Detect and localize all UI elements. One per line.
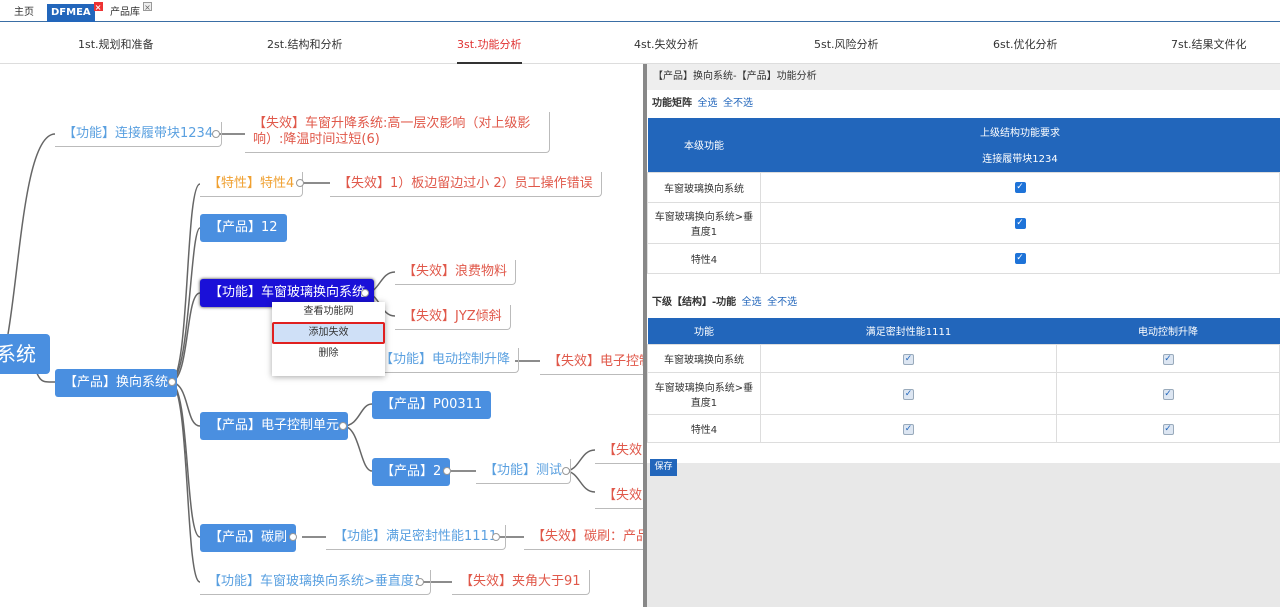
node-product-ecu[interactable]: 【产品】电子控制单元 — [200, 412, 349, 440]
collapse-toggle[interactable] — [296, 179, 304, 187]
step-3[interactable]: 3st.功能分析 — [457, 36, 522, 64]
menu-item-delete[interactable]: 删除 — [272, 344, 385, 364]
spacer — [647, 273, 1280, 288]
node-failure-angle[interactable]: 【失效】夹角大于91 — [452, 570, 590, 595]
select-none-link[interactable]: 全不选 — [767, 297, 797, 308]
node-failure-window-lift[interactable]: 【失效】车窗升降系统:高一层次影响（对上级影响）:降温时间过短(6) — [245, 112, 550, 153]
root-node[interactable]: 系统 — [0, 334, 50, 374]
collapse-toggle[interactable] — [339, 422, 347, 430]
sub-function-table: 功能 满足密封性能1111 电动控制升降 车窗玻璃换向系统 ✓ ✓ 车窗玻璃换向系统>垂… — [647, 317, 1280, 443]
node-function-sealing[interactable]: 【功能】满足密封性能1111 — [326, 525, 507, 550]
sub-structure-header: 下级【结构】-功能 全选 全不选 — [647, 287, 1280, 318]
row-name: 车窗玻璃换向系统 — [647, 171, 761, 203]
matrix-cell: ✓ — [1056, 344, 1280, 373]
collapse-toggle[interactable] — [289, 533, 297, 541]
matrix-cell: ✓ — [1056, 414, 1280, 443]
spacer — [647, 443, 1280, 463]
node-function-perpendicularity[interactable]: 【功能】车窗玻璃换向系统>垂直度1 — [200, 570, 432, 595]
menu-item-add-failure[interactable]: 添加失效 — [272, 322, 385, 344]
node-product-2[interactable]: 【产品】2 — [372, 458, 451, 486]
matrix-cell: ✓ — [760, 414, 1057, 443]
level-function-header: 本级功能 — [647, 118, 761, 172]
row-name: 车窗玻璃换向系统>垂直度1 — [647, 201, 761, 244]
node-failure-jyz-tilt[interactable]: 【失效】JYZ倾斜 — [395, 305, 511, 330]
tab-product-library-label: 产品库 — [110, 7, 140, 18]
matrix-cell: ✓ — [760, 344, 1057, 373]
tab-product-library[interactable]: 产品库 × — [106, 2, 152, 22]
step-6[interactable]: 6st.优化分析 — [993, 36, 1058, 52]
col-a-header: 满足密封性能1111 — [760, 317, 1057, 345]
checkbox[interactable]: ✓ — [903, 388, 914, 400]
node-product-p00311[interactable]: 【产品】P00311 — [372, 391, 492, 419]
node-failure-carbon-brush[interactable]: 【失效】碳刷：产品 — [524, 525, 643, 550]
checkbox[interactable]: ✓ — [1162, 388, 1174, 400]
step-2[interactable]: 2st.结构和分析 — [267, 36, 343, 52]
upper-function-name: 连接履带块1234 — [760, 144, 1280, 172]
tab-home[interactable]: 主页 — [10, 4, 38, 22]
matrix-cell: ✓ — [760, 372, 1057, 415]
row-name: 特性4 — [647, 414, 761, 443]
matrix-cell: ✓ — [760, 242, 1280, 274]
node-characteristic-4[interactable]: 【特性】特性4 — [200, 172, 304, 197]
step-4[interactable]: 4st.失效分析 — [634, 36, 699, 52]
collapse-toggle[interactable] — [492, 533, 500, 541]
checkbox[interactable]: ✓ — [903, 423, 914, 435]
row-name: 特性4 — [647, 242, 761, 274]
save-button[interactable]: 保存 — [650, 459, 677, 476]
step-1[interactable]: 1st.规划和准备 — [78, 36, 154, 52]
node-function-electric-lift[interactable]: 【功能】电动控制升降 — [372, 348, 520, 373]
node-product-carbon-brush[interactable]: 【产品】碳刷 — [200, 524, 297, 552]
node-product-reversing-system[interactable]: 【产品】换向系统 — [55, 369, 178, 397]
select-all-link[interactable]: 全选 — [742, 297, 762, 308]
node-product-12[interactable]: 【产品】12 — [200, 214, 287, 242]
tab-dfmea[interactable]: DFMEA × — [47, 2, 103, 22]
row-name: 车窗玻璃换向系统 — [647, 344, 761, 373]
close-icon[interactable]: × — [143, 2, 152, 12]
checkbox[interactable]: ✓ — [1162, 353, 1174, 365]
checkbox[interactable]: ✓ — [903, 353, 914, 365]
step-bar: 1st.规划和准备 2st.结构和分析 3st.功能分析 4st.失效分析 5s… — [0, 22, 1280, 64]
node-function-track-block[interactable]: 【功能】连接履带块1234 — [55, 122, 223, 147]
panel-title: 【产品】换向系统-【产品】功能分析 — [647, 64, 1280, 90]
top-tab-bar: 主页 DFMEA × 产品库 × — [0, 0, 1280, 22]
select-all-link[interactable]: 全选 — [697, 98, 717, 109]
close-icon[interactable]: × — [93, 2, 103, 12]
select-none-link[interactable]: 全不选 — [723, 98, 753, 109]
collapse-toggle[interactable] — [361, 289, 369, 297]
checkbox[interactable]: ✓ — [1014, 182, 1026, 193]
function-matrix-table: 本级功能 上级结构功能要求 连接履带块1234 车窗玻璃换向系统 ✓ 车窗玻璃换向系… — [647, 118, 1280, 274]
collapse-toggle[interactable] — [416, 578, 424, 586]
checkbox[interactable]: ✓ — [1014, 253, 1026, 264]
step-5[interactable]: 5st.风险分析 — [814, 36, 879, 52]
matrix-cell: ✓ — [760, 201, 1280, 244]
matrix-cell: ✓ — [1056, 372, 1280, 415]
sub-structure-label: 下级【结构】-功能 — [652, 296, 737, 308]
node-failure-electronic-control[interactable]: 【失效】电子控制 — [540, 350, 643, 375]
checkbox[interactable]: ✓ — [1014, 217, 1026, 229]
step-7[interactable]: 7st.结果文件化 — [1171, 36, 1247, 52]
matrix-cell: ✓ — [760, 171, 1280, 203]
upper-function-header: 上级结构功能要求 — [760, 118, 1280, 144]
row-name: 车窗玻璃换向系统>垂直度1 — [647, 372, 761, 415]
collapse-toggle[interactable] — [443, 467, 451, 475]
col-b-header: 电动控制升降 — [1056, 317, 1280, 345]
menu-item-view-function-net[interactable]: 查看功能网 — [272, 302, 385, 322]
checkbox[interactable]: ✓ — [1162, 423, 1174, 435]
node-failure-waste[interactable]: 【失效】浪费物料 — [395, 260, 517, 285]
context-menu: 查看功能网 添加失效 删除 — [272, 302, 385, 376]
tab-dfmea-label: DFMEA — [51, 7, 91, 18]
function-analysis-panel: 【产品】换向系统-【产品】功能分析 功能矩阵 全选 全不选 本级功能 上级结构功能… — [647, 64, 1280, 607]
collapse-toggle[interactable] — [212, 130, 220, 138]
collapse-toggle[interactable] — [168, 378, 176, 386]
node-function-test[interactable]: 【功能】测试 — [476, 459, 572, 484]
node-failure-cut-2[interactable]: 【失效 — [595, 484, 643, 509]
collapse-toggle[interactable] — [562, 467, 570, 475]
node-failure-cut-1[interactable]: 【失效 — [595, 439, 643, 464]
node-failure-edge[interactable]: 【失效】1）板边留边过小 2）员工操作错误 — [330, 172, 602, 197]
matrix-label: 功能矩阵 — [652, 98, 692, 109]
function-col-header: 功能 — [647, 317, 761, 345]
matrix-header: 功能矩阵 全选 全不选 — [647, 90, 1280, 118]
